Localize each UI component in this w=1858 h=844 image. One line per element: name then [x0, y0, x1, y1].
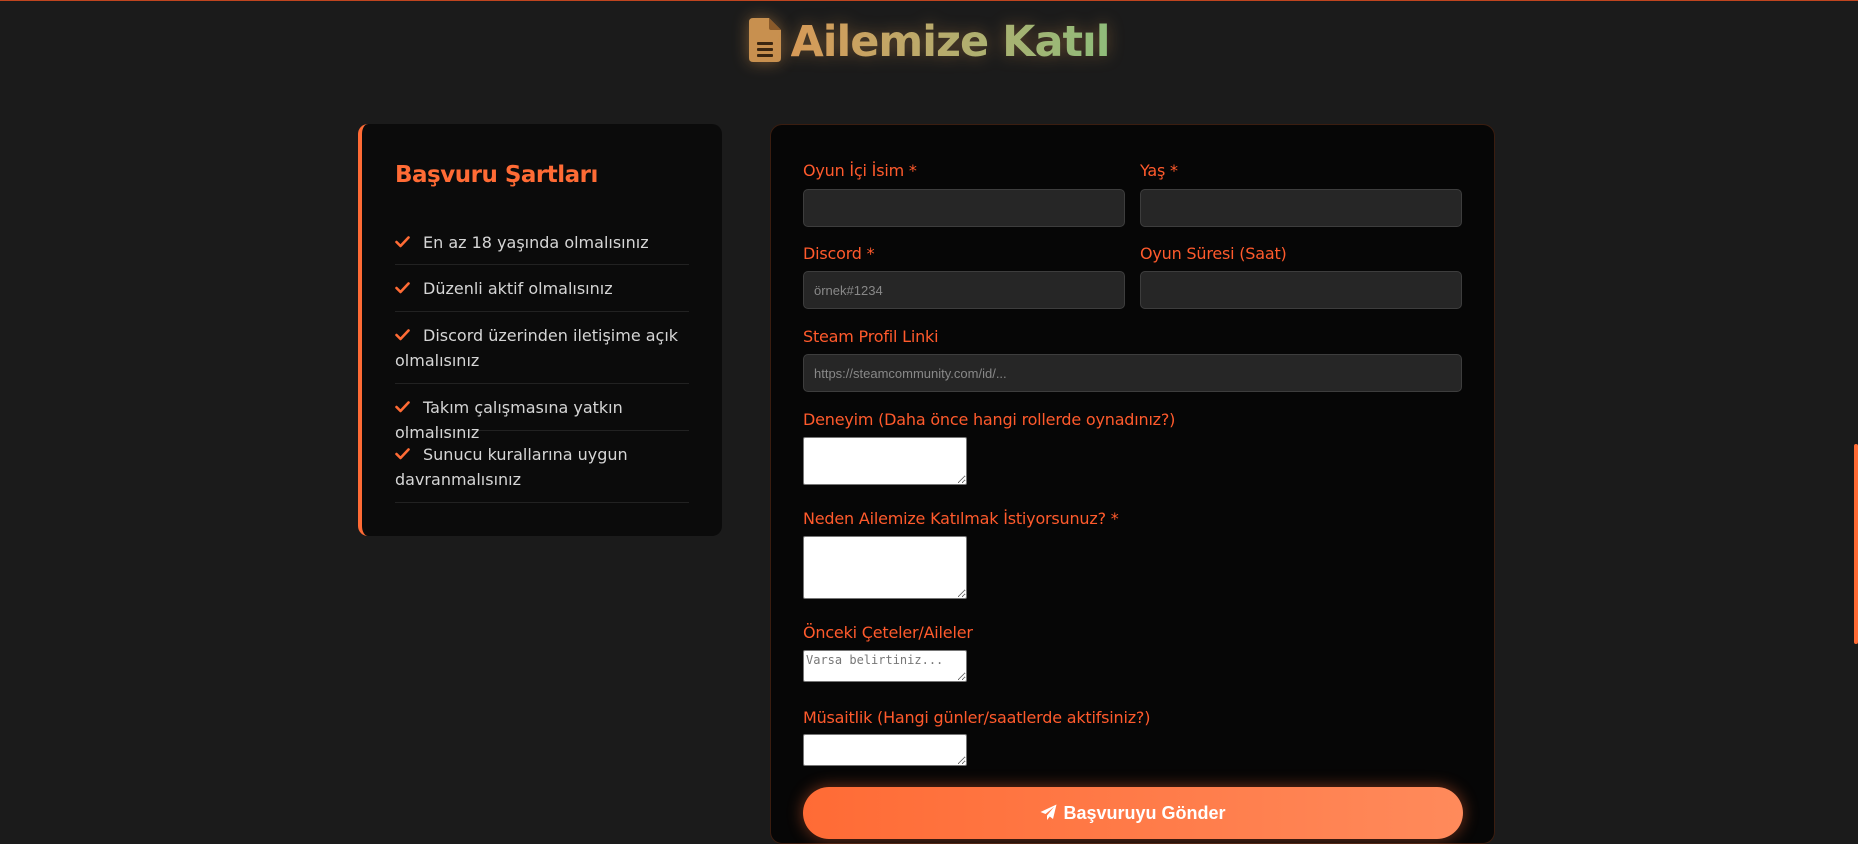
experience-label: Deneyim (Daha önce hangi rollerde oynadı… [803, 410, 1176, 429]
ingame-name-input[interactable] [803, 189, 1125, 227]
requirement-text: En az 18 yaşında olmalısınız [423, 233, 649, 252]
requirement-item: Discord üzerinden iletişime açık olmalıs… [395, 312, 689, 384]
check-icon [395, 442, 410, 460]
availability-label: Müsaitlik (Hangi günler/saatlerde aktifs… [803, 708, 1151, 727]
steam-label: Steam Profil Linki [803, 327, 939, 346]
playtime-input[interactable] [1140, 271, 1462, 309]
submit-button-label: Başvuruyu Gönder [1063, 803, 1226, 823]
page-title-text: Ailemize Katıl [790, 17, 1111, 67]
check-icon [395, 276, 410, 294]
requirements-list: En az 18 yaşında olmalısınız Düzenli akt… [395, 218, 689, 503]
reason-textarea[interactable] [803, 536, 967, 599]
discord-label: Discord * [803, 244, 875, 263]
check-icon [395, 395, 410, 413]
check-icon [395, 323, 410, 341]
submit-button[interactable]: Başvuruyu Gönder [803, 787, 1463, 839]
requirements-title: Başvuru Şartları [395, 162, 598, 188]
page-title: Ailemize Katıl [0, 14, 1858, 76]
availability-textarea[interactable] [803, 734, 967, 766]
top-border-line [0, 0, 1858, 1]
previous-groups-label: Önceki Çeteler/Aileler [803, 623, 973, 642]
experience-textarea[interactable] [803, 437, 967, 485]
file-document-icon [748, 18, 781, 76]
previous-groups-textarea[interactable] [803, 650, 967, 682]
steam-profile-input[interactable] [803, 354, 1462, 392]
age-input[interactable] [1140, 189, 1462, 227]
playtime-label: Oyun Süresi (Saat) [1140, 244, 1287, 263]
requirement-item: Düzenli aktif olmalısınız [395, 265, 689, 312]
paper-plane-icon [1040, 789, 1057, 820]
requirement-item: En az 18 yaşında olmalısınız [395, 218, 689, 265]
age-label: Yaş * [1140, 161, 1178, 180]
ingame-name-label: Oyun İçi İsim * [803, 161, 917, 180]
requirement-item: Takım çalışmasına yatkın olmalısınız [395, 384, 689, 442]
requirement-text: Discord üzerinden iletişime açık olmalıs… [395, 326, 679, 370]
application-form: Oyun İçi İsim * Yaş * Discord * Oyun Sür… [770, 124, 1495, 844]
reason-label: Neden Ailemize Katılmak İstiyorsunuz? * [803, 509, 1119, 528]
check-icon [395, 230, 410, 248]
requirement-text: Düzenli aktif olmalısınız [423, 279, 613, 298]
requirement-text: Sunucu kurallarına uygun davranmalısınız [395, 445, 628, 489]
discord-input[interactable] [803, 271, 1125, 309]
requirement-item: Sunucu kurallarına uygun davranmalısınız [395, 431, 689, 503]
scrollbar-thumb[interactable] [1854, 444, 1858, 644]
